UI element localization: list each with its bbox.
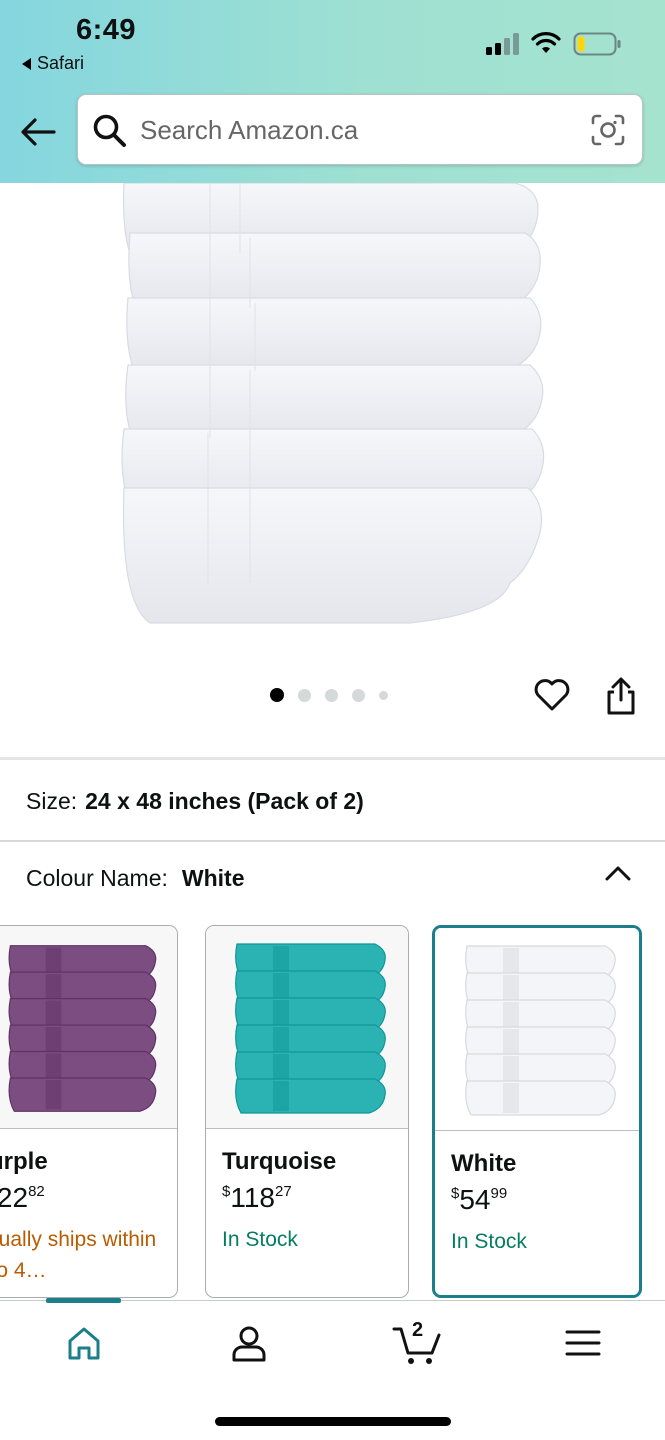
- wifi-icon: [531, 32, 561, 53]
- swatch-availability: In Stock: [222, 1228, 298, 1251]
- pager-dot-4[interactable]: [352, 688, 365, 702]
- size-selector[interactable]: Size: 24 x 48 inches (Pack of 2): [26, 788, 364, 815]
- pager-dot-5[interactable]: [379, 690, 388, 700]
- colour-swatch-white[interactable]: White $5499 In Stock: [432, 925, 642, 1298]
- status-time: 6:49: [76, 14, 137, 46]
- active-tab-indicator: [46, 1298, 121, 1303]
- cart-count-badge: 2: [412, 1319, 424, 1341]
- account-icon[interactable]: [229, 1323, 269, 1363]
- menu-icon[interactable]: [563, 1323, 603, 1363]
- swatch-image: [0, 926, 177, 1129]
- back-triangle-icon: [22, 57, 31, 70]
- colour-swatch-turquoise[interactable]: Turquoise $11827 In Stock: [205, 925, 409, 1298]
- swatch-price: $11827: [222, 1182, 292, 1214]
- towel-stack-white-image: [465, 945, 616, 1116]
- colour-swatch-purple[interactable]: Purple $12282 Usually ships within 3 to …: [0, 925, 178, 1298]
- swatch-name: White: [451, 1150, 517, 1177]
- search-bar[interactable]: [77, 94, 643, 165]
- section-divider: [0, 840, 665, 842]
- section-divider: [0, 757, 665, 760]
- back-arrow-icon[interactable]: [18, 112, 58, 152]
- price-cents: 82: [28, 1183, 45, 1200]
- pager-dot-1[interactable]: [270, 688, 284, 702]
- swatch-name: Purple: [0, 1148, 48, 1175]
- heart-icon[interactable]: [533, 676, 571, 714]
- swatch-image: [206, 926, 408, 1129]
- share-icon[interactable]: [604, 676, 638, 716]
- colour-label: Colour Name:: [26, 865, 168, 891]
- size-label: Size:: [26, 788, 78, 814]
- ios-home-indicator: [215, 1417, 451, 1426]
- price-whole: 54: [459, 1184, 491, 1215]
- battery-low-icon: [573, 32, 621, 56]
- towel-stack-purple-image: [8, 945, 157, 1112]
- camera-icon[interactable]: [590, 113, 626, 147]
- product-image[interactable]: [110, 183, 550, 633]
- colour-value: White: [181, 865, 245, 891]
- back-to-app-link[interactable]: Safari: [22, 53, 84, 74]
- back-app-label: Safari: [37, 53, 85, 73]
- app-header: 6:49 Safari: [0, 0, 665, 183]
- search-icon: [93, 114, 126, 147]
- towel-stack-turquoise-image: [235, 943, 386, 1114]
- swatch-image: [435, 928, 639, 1131]
- swatch-price: $12282: [0, 1182, 45, 1214]
- price-cents: 27: [274, 1183, 292, 1200]
- swatch-availability: Usually ships within 3 to 4…: [0, 1228, 157, 1282]
- pager-dot-3[interactable]: [325, 688, 338, 702]
- price-whole: 122: [0, 1182, 29, 1213]
- price-whole: 118: [230, 1182, 275, 1213]
- swatch-availability: In Stock: [451, 1230, 527, 1253]
- pager-dot-2[interactable]: [298, 688, 311, 702]
- size-value: 24 x 48 inches (Pack of 2): [85, 788, 364, 814]
- price-cents: 99: [490, 1185, 508, 1202]
- chevron-up-icon[interactable]: [603, 862, 633, 884]
- swatch-name: Turquoise: [222, 1148, 337, 1175]
- image-pager-dots[interactable]: [270, 688, 388, 702]
- search-input[interactable]: [140, 112, 570, 148]
- swatch-price: $5499: [451, 1184, 507, 1216]
- colour-selector-header[interactable]: Colour Name: White: [26, 865, 245, 892]
- cellular-signal-icon: [486, 33, 519, 55]
- home-icon[interactable]: [64, 1323, 104, 1363]
